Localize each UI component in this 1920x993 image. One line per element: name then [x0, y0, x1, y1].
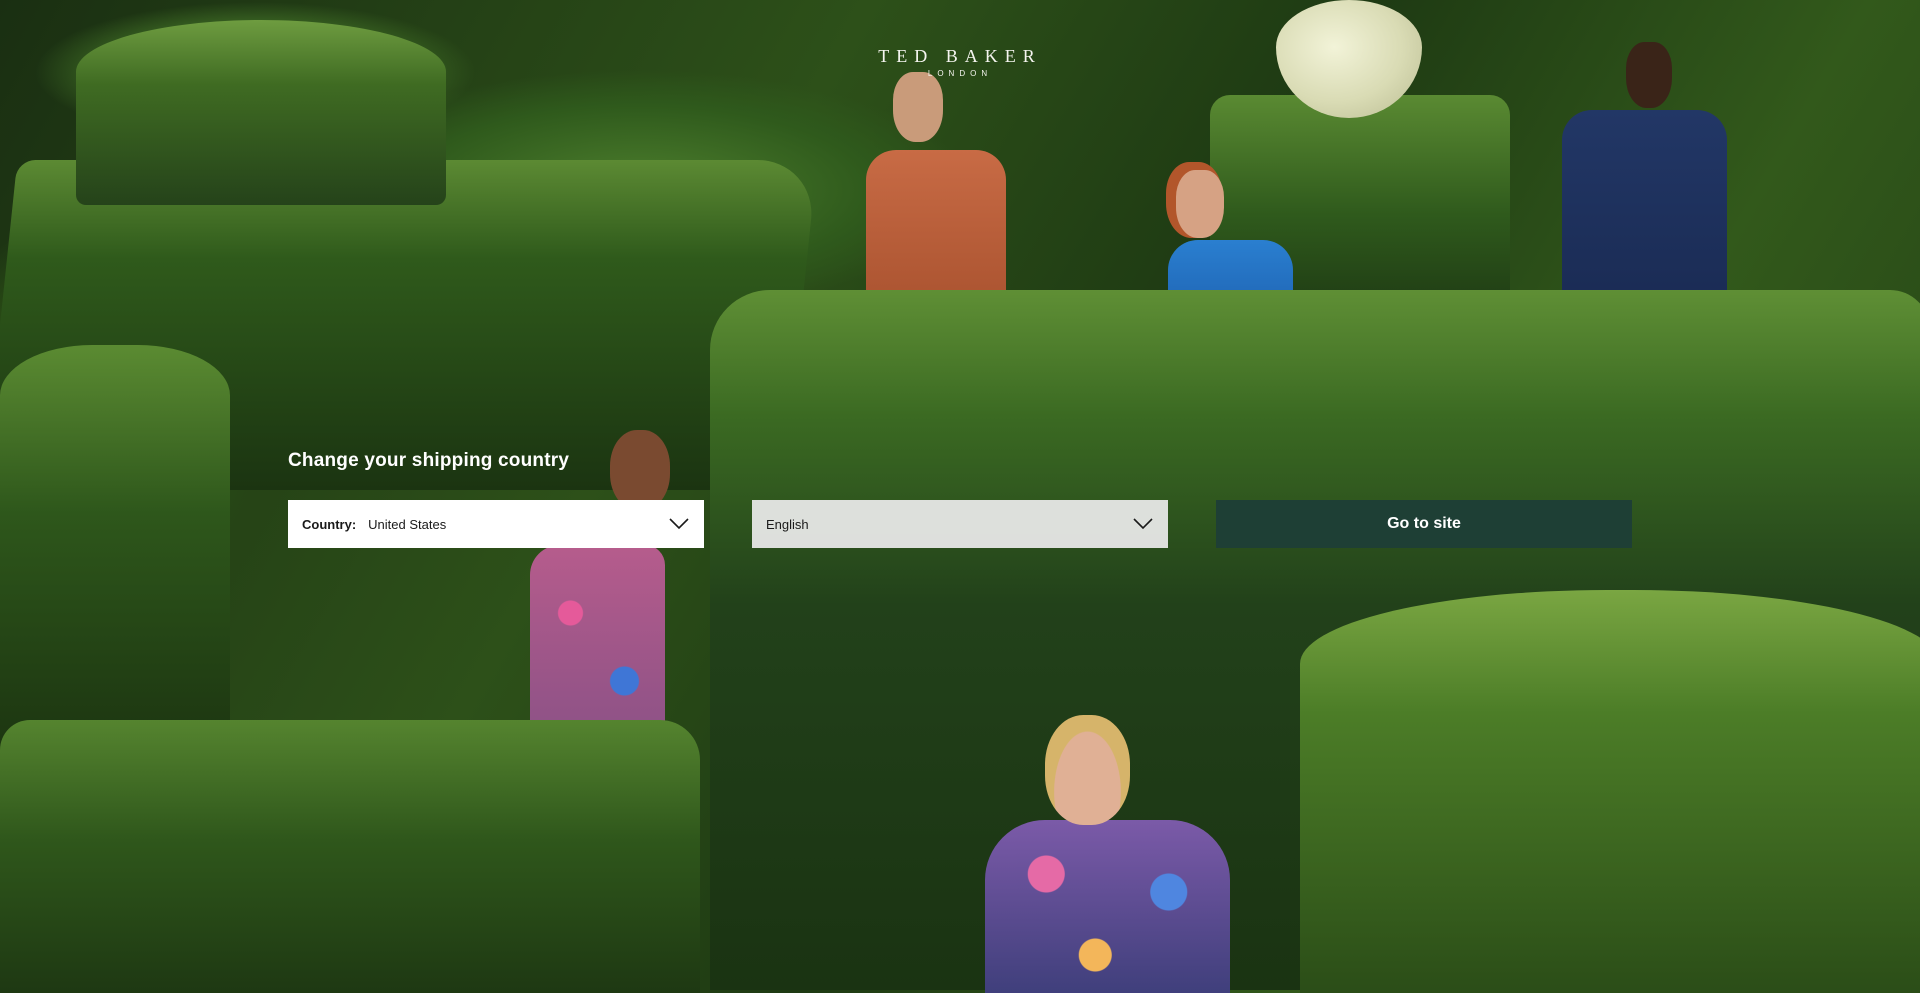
- chevron-down-icon: [1132, 517, 1154, 531]
- country-label: Country:: [302, 516, 357, 532]
- hedge-shape: [0, 720, 700, 993]
- chevron-down-icon: [668, 517, 690, 531]
- country-value: United States: [368, 516, 447, 532]
- brand-location: LONDON: [927, 69, 993, 78]
- model-figure: [1176, 170, 1224, 238]
- country-selector-page: TED BAKER LONDON Change your shipping co…: [0, 0, 1920, 993]
- model-figure: [985, 820, 1230, 993]
- model-figure: [610, 430, 670, 510]
- country-select[interactable]: Country: United States: [288, 500, 704, 548]
- model-figure: [1045, 715, 1130, 825]
- model-figure: [1626, 42, 1672, 108]
- hero-background-image: [0, 0, 1920, 993]
- hedge-shape: [1300, 590, 1920, 993]
- language-value: English: [766, 516, 809, 532]
- brand-logo[interactable]: TED BAKER LONDON: [860, 46, 1060, 78]
- model-figure: [893, 72, 943, 142]
- form-title: Change your shipping country: [288, 450, 570, 471]
- hedge-shape: [0, 345, 230, 765]
- hedge-shape: [76, 20, 446, 205]
- brand-name: TED BAKER: [878, 46, 1042, 66]
- go-to-site-button[interactable]: Go to site: [1216, 500, 1632, 548]
- model-figure: [1562, 110, 1727, 310]
- language-select[interactable]: English: [752, 500, 1168, 548]
